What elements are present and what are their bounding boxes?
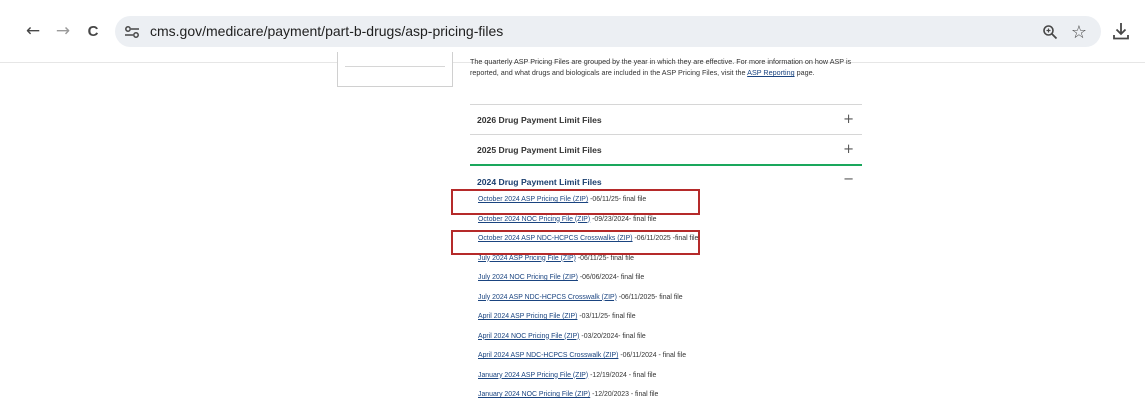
file-link[interactable]: April 2024 ASP Pricing File (ZIP) [478, 313, 577, 320]
address-bar[interactable]: cms.gov/medicare/payment/part-b-drugs/as… [115, 16, 1101, 47]
back-button[interactable]: ← [22, 20, 44, 42]
intro-suffix: page. [794, 68, 815, 77]
accordion-title: 2025 Drug Payment Limit Files [477, 145, 602, 155]
intro-paragraph: The quarterly ASP Pricing Files are grou… [470, 56, 862, 78]
file-note: -12/19/2024 - final file [588, 371, 657, 379]
collapse-minus-icon[interactable]: − [843, 172, 854, 187]
asp-reporting-link[interactable]: ASP Reporting [747, 68, 794, 77]
list-item: October 2024 NOC Pricing File (ZIP) -09/… [478, 216, 656, 228]
list-item: July 2024 ASP Pricing File (ZIP) -06/11/… [478, 255, 634, 267]
reload-button[interactable]: C [82, 20, 104, 42]
highlight-box-asp-pricing [451, 189, 700, 215]
accordion-2025[interactable]: 2025 Drug Payment Limit Files + [470, 134, 862, 165]
reload-icon: C [87, 22, 99, 40]
file-link[interactable]: April 2024 ASP NDC-HCPCS Crosswalk (ZIP) [478, 352, 618, 359]
accordion-2026[interactable]: 2026 Drug Payment Limit Files + [470, 104, 862, 135]
site-info-icon[interactable] [124, 24, 140, 39]
browser-toolbar: ← → C cms.gov/medicare/payment/part-b-dr… [0, 0, 1145, 63]
file-link[interactable]: July 2024 NOC Pricing File (ZIP) [478, 274, 578, 281]
expand-plus-icon[interactable]: + [843, 142, 854, 157]
back-arrow-icon: ← [25, 21, 41, 41]
highlight-box-crosswalks [451, 230, 700, 255]
url-text[interactable]: cms.gov/medicare/payment/part-b-drugs/as… [150, 23, 503, 39]
list-item: January 2024 ASP Pricing File (ZIP) -12/… [478, 372, 656, 384]
file-link[interactable]: January 2024 NOC Pricing File (ZIP) [478, 391, 590, 398]
list-item: April 2024 NOC Pricing File (ZIP) -03/20… [478, 333, 646, 345]
file-note: -06/11/25- final file [575, 254, 635, 262]
file-note: -03/20/2024- final file [579, 332, 646, 340]
file-link[interactable]: October 2024 NOC Pricing File (ZIP) [478, 216, 590, 223]
file-link[interactable]: January 2024 ASP Pricing File (ZIP) [478, 372, 588, 379]
star-glyph: ☆ [1070, 21, 1088, 43]
forward-arrow-icon: → [55, 21, 71, 41]
file-note: -12/20/2023 - final file [590, 391, 659, 398]
side-nav-divider [345, 66, 445, 67]
file-note: -09/23/2024- final file [590, 215, 657, 223]
zoom-icon[interactable] [1040, 22, 1060, 42]
file-link[interactable]: July 2024 ASP Pricing File (ZIP) [478, 255, 576, 262]
expand-plus-icon[interactable]: + [843, 112, 854, 127]
file-note: -06/06/2024- final file [577, 274, 645, 281]
forward-button[interactable]: → [52, 20, 74, 42]
file-note: -06/11/2024 - final file [618, 352, 687, 359]
download-icon[interactable] [1110, 19, 1132, 43]
list-item: January 2024 NOC Pricing File (ZIP) -12/… [478, 391, 658, 403]
list-item: April 2024 ASP NDC-HCPCS Crosswalk (ZIP)… [478, 352, 686, 364]
accordion-title: 2024 Drug Payment Limit Files [477, 177, 602, 187]
file-link[interactable]: April 2024 NOC Pricing File (ZIP) [478, 333, 579, 340]
list-item: July 2024 ASP NDC-HCPCS Crosswalk (ZIP) … [478, 294, 683, 306]
file-link[interactable]: July 2024 ASP NDC-HCPCS Crosswalk (ZIP) [478, 294, 617, 301]
file-note: -03/11/25- final file [577, 313, 636, 320]
accordion-title: 2026 Drug Payment Limit Files [477, 115, 602, 125]
file-note: -06/11/2025- final file [616, 293, 683, 301]
bookmark-star-icon[interactable]: ☆ [1069, 21, 1089, 43]
list-item: April 2024 ASP Pricing File (ZIP) -03/11… [478, 313, 636, 325]
list-item: July 2024 NOC Pricing File (ZIP) -06/06/… [478, 274, 644, 286]
side-navigation-box [337, 52, 453, 87]
